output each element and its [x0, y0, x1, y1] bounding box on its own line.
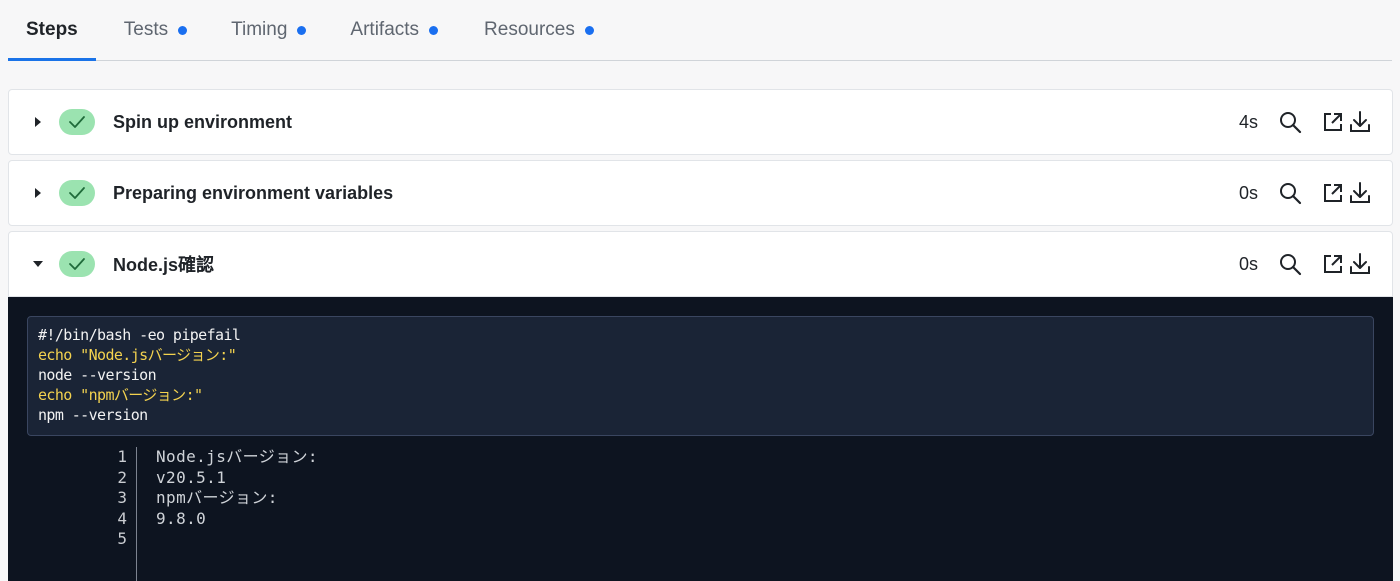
external-link-icon[interactable]	[1322, 111, 1344, 133]
notification-dot	[429, 25, 439, 35]
download-icon[interactable]	[1348, 181, 1372, 205]
step-title: Preparing environment variables	[113, 182, 394, 203]
download-icon[interactable]	[1348, 252, 1372, 276]
tab-steps[interactable]: Steps	[8, 0, 96, 61]
script-block: #!/bin/bash -eo pipefail echo "Node.jsバー…	[27, 316, 1374, 436]
script-line: npm --version	[38, 406, 148, 424]
step-title: Node.js確認	[113, 255, 215, 275]
line-number: 5	[117, 529, 127, 548]
script-line: echo "Node.jsバージョン:"	[38, 346, 237, 364]
tab-label: Steps	[26, 19, 78, 40]
caret-right-icon[interactable]	[31, 186, 45, 200]
step-log-panel: #!/bin/bash -eo pipefail echo "Node.jsバー…	[8, 297, 1393, 581]
tab-label: Resources	[484, 19, 575, 40]
check-icon	[59, 251, 95, 277]
step-row[interactable]: Spin up environment 4s	[8, 89, 1393, 155]
log-lines: Node.jsバージョン: v20.5.1 npmバージョン: 9.8.0	[156, 447, 318, 529]
tab-resources[interactable]: Resources	[466, 0, 612, 60]
tab-label: Artifacts	[350, 19, 420, 40]
search-icon[interactable]	[1278, 110, 1302, 134]
step-row[interactable]: Preparing environment variables 0s	[8, 160, 1393, 226]
download-icon[interactable]	[1348, 110, 1372, 134]
caret-down-icon[interactable]	[31, 257, 45, 271]
tab-timing[interactable]: Timing	[213, 0, 324, 60]
notification-dot	[297, 25, 307, 35]
tab-label: Tests	[123, 19, 169, 40]
step-actions: 4s	[1239, 110, 1372, 134]
tab-bar: Steps Tests Timing Artifacts Resources	[8, 0, 1392, 61]
step-duration: 0s	[1238, 253, 1258, 274]
line-number: 3	[117, 488, 127, 507]
line-number: 1	[117, 447, 127, 466]
gutter-divider	[136, 447, 137, 581]
check-icon	[59, 180, 95, 206]
notification-dot	[178, 25, 188, 35]
step-actions: 0s	[1239, 252, 1372, 276]
step-title: Spin up environment	[113, 111, 293, 132]
step-duration: 4s	[1238, 111, 1258, 132]
external-link-icon[interactable]	[1322, 182, 1344, 204]
line-number: 4	[117, 508, 127, 528]
line-number: 2	[117, 467, 127, 487]
search-icon[interactable]	[1278, 252, 1302, 276]
external-link-icon[interactable]	[1322, 253, 1344, 275]
check-icon	[59, 109, 95, 135]
step-duration: 0s	[1238, 182, 1258, 203]
tab-artifacts[interactable]: Artifacts	[332, 0, 456, 60]
step-row[interactable]: Node.js確認 0s	[8, 231, 1393, 297]
script-line: #!/bin/bash -eo pipefail	[38, 326, 241, 344]
step-actions: 0s	[1239, 181, 1372, 205]
notification-dot	[584, 25, 594, 35]
log-line: Node.jsバージョン:	[156, 447, 318, 466]
tab-label: Timing	[231, 19, 288, 40]
script-line: node --version	[38, 366, 157, 384]
log-line: 9.8.0	[156, 508, 207, 528]
log-output: 1 2 3 4 5 Node.jsバージョン: v20.5.1 npmバージョン…	[8, 447, 1393, 581]
tab-tests[interactable]: Tests	[106, 0, 205, 60]
log-line: v20.5.1	[156, 467, 227, 487]
script-line: echo "npmバージョン:"	[38, 386, 203, 404]
caret-right-icon[interactable]	[31, 115, 45, 129]
log-line: npmバージョン:	[156, 488, 278, 507]
line-number-gutter: 1 2 3 4 5	[8, 447, 137, 581]
search-icon[interactable]	[1278, 181, 1302, 205]
